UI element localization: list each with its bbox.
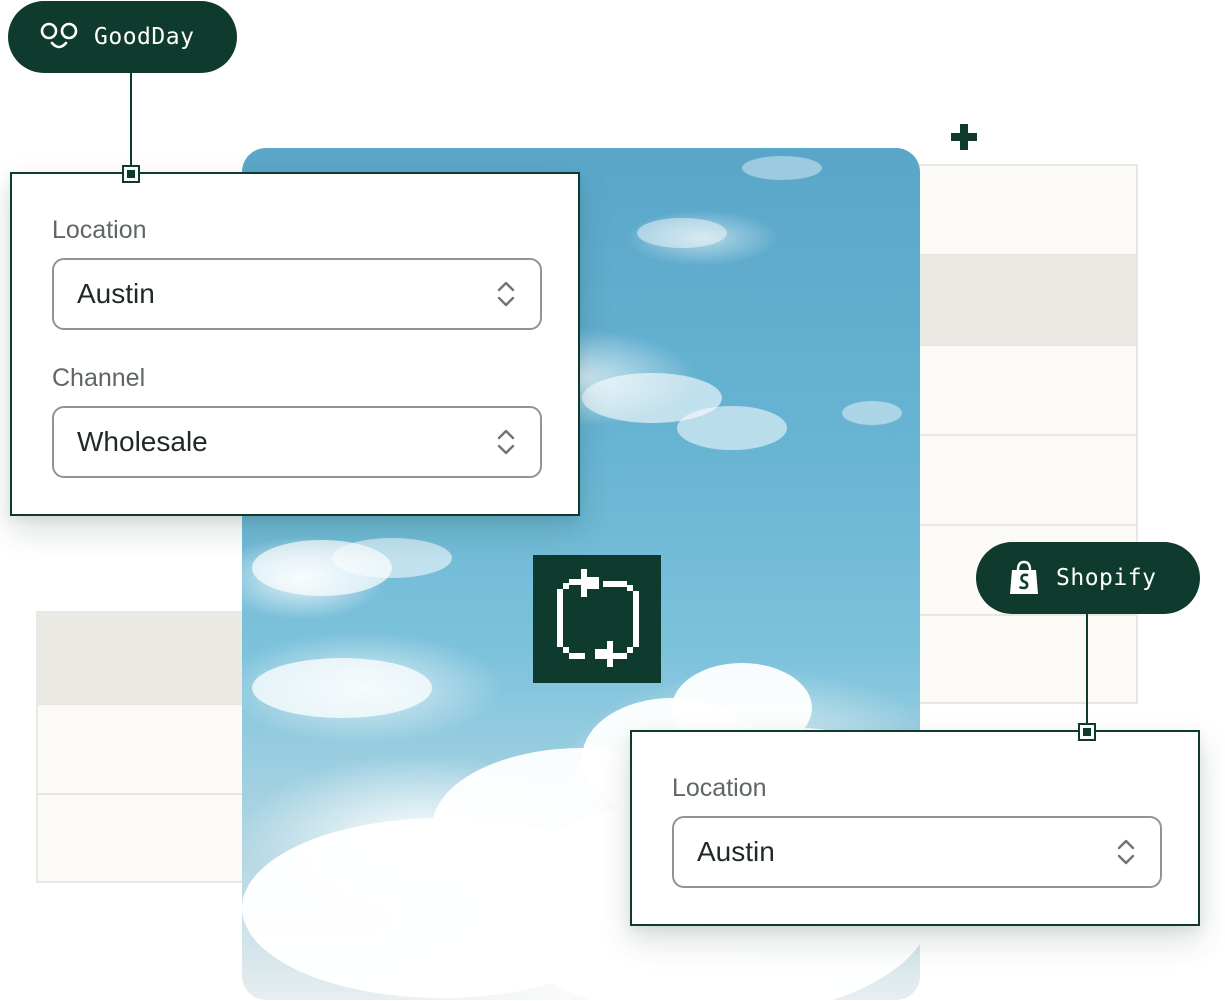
- shopify-settings-panel: Location Austin: [630, 730, 1200, 926]
- grid-row: [914, 346, 1136, 436]
- sync-icon-tile: [533, 555, 661, 683]
- goodday-connector-anchor: [122, 165, 140, 183]
- chevron-up-down-icon: [497, 429, 515, 455]
- shopify-bag-icon: [1008, 560, 1040, 596]
- goodday-settings-panel: Location Austin Channel Wholesale: [10, 172, 580, 516]
- channel-label: Channel: [52, 364, 146, 392]
- goodday-face-icon: [40, 22, 78, 52]
- background-grid-left: [36, 611, 256, 883]
- shopify-connector-line: [1086, 613, 1088, 727]
- location-label: Location: [52, 216, 147, 244]
- grid-row-shaded: [38, 613, 254, 705]
- location-select-value: Austin: [77, 278, 155, 309]
- sync-arrows-icon: [557, 569, 639, 667]
- chevron-up-down-icon: [1117, 839, 1135, 865]
- shopify-badge: Shopify: [976, 542, 1200, 614]
- plus-icon: [951, 124, 977, 150]
- location-label: Location: [672, 774, 767, 802]
- background-grid-right: [912, 164, 1138, 704]
- shopify-connector-anchor: [1078, 723, 1096, 741]
- grid-row: [914, 166, 1136, 256]
- goodday-badge-label: GoodDay: [94, 24, 195, 50]
- grid-row-shaded: [914, 256, 1136, 346]
- channel-select[interactable]: Wholesale: [52, 406, 542, 478]
- goodday-connector-line: [130, 72, 132, 168]
- shopify-badge-label: Shopify: [1056, 565, 1157, 591]
- channel-select-value: Wholesale: [77, 426, 208, 457]
- chevron-up-down-icon: [497, 281, 515, 307]
- grid-row: [38, 705, 254, 795]
- location-select-value: Austin: [697, 836, 775, 867]
- location-select[interactable]: Austin: [672, 816, 1162, 888]
- grid-row: [914, 436, 1136, 526]
- location-select[interactable]: Austin: [52, 258, 542, 330]
- goodday-badge: GoodDay: [8, 1, 237, 73]
